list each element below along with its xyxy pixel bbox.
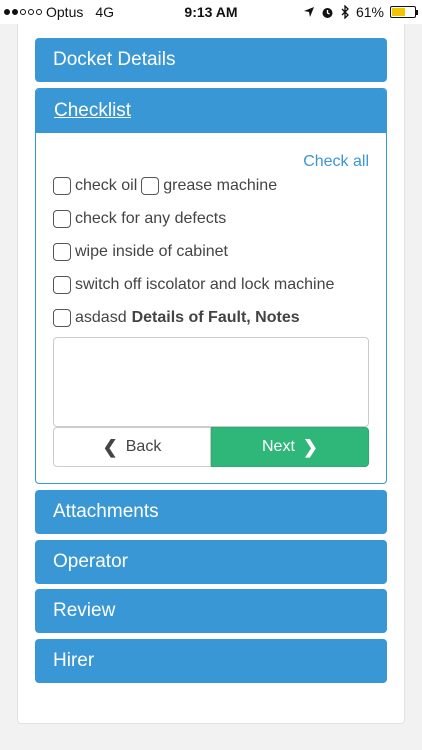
checklist-section: Checklist Check all check oil grease mac… [35,88,387,484]
battery-percent: 61% [355,4,384,20]
checkbox-check-oil[interactable] [53,177,71,195]
notes-textarea[interactable] [53,337,369,427]
back-button[interactable]: ❮ Back [53,427,211,467]
checklist-item-label: switch off iscolator and lock machine [75,276,335,293]
section-docket-details[interactable]: Docket Details [35,38,387,82]
status-right: 61% [303,4,418,20]
checklist-row: check oil grease machine [53,177,277,195]
chevron-right-icon: ❯ [302,436,318,457]
notes-label: Details of Fault, Notes [131,309,300,326]
checkbox-grease-machine[interactable] [141,177,160,195]
checklist-item-label: check oil [75,177,138,194]
chevron-left-icon: ❮ [102,436,118,457]
checklist-row: check for any defects [53,210,226,228]
battery-fill [392,8,406,16]
section-hirer[interactable]: Hirer [35,639,387,683]
back-button-label: Back [125,438,162,455]
alarm-clock-icon [322,7,333,18]
battery-icon [390,6,418,18]
next-button-label: Next [262,438,295,455]
check-all-link[interactable]: Check all [303,153,369,171]
section-attachments[interactable]: Attachments [35,490,387,534]
checkbox-wipe-cabinet[interactable] [53,243,71,261]
checklist-item-label: wipe inside of cabinet [75,243,228,260]
section-review[interactable]: Review [35,589,387,633]
section-checklist[interactable]: Checklist [36,89,386,133]
checklist-row: asdasd Details of Fault, Notes [53,309,300,327]
section-operator[interactable]: Operator [35,540,387,584]
checkbox-asdasd[interactable] [53,309,71,327]
checklist-item-label: grease machine [163,177,278,194]
status-bar: Optus 4G 9:13 AM 61% [0,0,422,24]
checklist-row: wipe inside of cabinet [53,243,228,261]
checklist-item-label: check for any defects [75,210,227,227]
checkbox-check-defects[interactable] [53,210,71,228]
checkbox-switch-off-isolator[interactable] [53,276,71,294]
location-arrow-icon [303,7,314,17]
checklist-item-label: asdasd [75,309,127,326]
next-button[interactable]: Next ❯ [211,427,369,467]
bluetooth-icon [341,5,349,19]
checklist-row: switch off iscolator and lock machine [53,276,334,294]
